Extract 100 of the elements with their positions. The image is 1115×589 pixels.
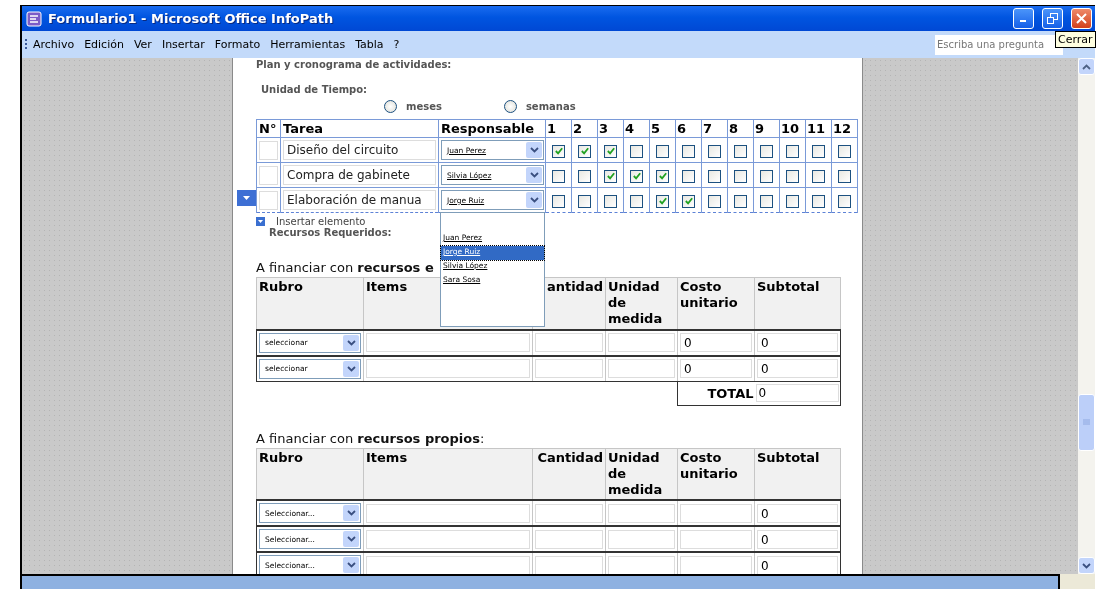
quantity-field[interactable] (535, 359, 603, 378)
checkbox[interactable] (552, 194, 565, 208)
checkbox[interactable] (786, 169, 799, 183)
checkbox[interactable] (630, 144, 643, 158)
column-header: 7 (701, 119, 728, 138)
task-field[interactable]: Elaboración de manua (283, 190, 436, 210)
menu-item[interactable]: Archivo (28, 36, 80, 53)
scrollbar-thumb[interactable] (1078, 394, 1095, 451)
checkbox[interactable] (682, 194, 695, 208)
table-heading: A financiar con recursos e (256, 260, 434, 277)
cost-field[interactable] (680, 503, 752, 523)
unit-field[interactable] (608, 333, 675, 352)
checkbox[interactable] (630, 169, 643, 183)
close-icon (1076, 13, 1087, 24)
checkbox[interactable] (708, 144, 721, 158)
column-header: Items (363, 448, 533, 500)
column-header: Cantidad (532, 448, 606, 500)
cost-field[interactable] (680, 529, 752, 549)
checkbox[interactable] (578, 169, 591, 183)
task-field[interactable]: Compra de gabinete (283, 165, 436, 185)
checkbox[interactable] (812, 169, 825, 183)
radio-button[interactable] (503, 99, 517, 113)
insert-icon[interactable] (256, 217, 265, 226)
grip-icon (25, 39, 28, 50)
checkbox[interactable] (786, 194, 799, 208)
checkbox[interactable] (760, 144, 773, 158)
window-title: Formulario1 - Microsoft Office InfoPath (48, 11, 335, 26)
number-field[interactable] (259, 165, 278, 185)
column-header: 8 (727, 119, 754, 138)
scroll-up-button[interactable] (1078, 58, 1095, 75)
checkbox[interactable] (708, 169, 721, 183)
checkbox[interactable] (630, 194, 643, 208)
checkbox[interactable] (656, 144, 669, 158)
menu-item[interactable]: Tabla (350, 36, 389, 53)
checkbox[interactable] (578, 144, 591, 158)
radio-label: meses (406, 100, 442, 112)
checkbox[interactable] (552, 169, 565, 183)
checkbox[interactable] (682, 144, 695, 158)
total-field[interactable]: 0 (755, 384, 839, 402)
checkbox[interactable] (786, 144, 799, 158)
checkbox[interactable] (552, 144, 565, 158)
cost-field[interactable]: 0 (680, 359, 752, 378)
checkbox[interactable] (604, 194, 617, 208)
quantity-field[interactable] (535, 333, 603, 352)
cost-field[interactable]: 0 (680, 333, 752, 352)
menu-item[interactable]: Formato (209, 36, 266, 53)
quantity-field[interactable] (535, 503, 603, 523)
radio-button[interactable] (384, 99, 397, 113)
subtotal-field[interactable]: 0 (757, 503, 838, 523)
checkbox[interactable] (656, 194, 669, 208)
insert-item-link[interactable]: Insertar elemento (276, 216, 366, 227)
unit-field[interactable] (608, 503, 675, 523)
unit-field[interactable] (608, 529, 675, 549)
tooltip: Cerrar (1055, 31, 1096, 48)
checkbox[interactable] (838, 169, 851, 183)
items-field[interactable] (366, 359, 530, 378)
checkbox[interactable] (604, 169, 617, 183)
menu-item[interactable]: Herramientas (265, 36, 351, 53)
row-menu-icon[interactable] (237, 190, 256, 206)
checkbox[interactable] (734, 169, 747, 183)
number-field[interactable] (259, 190, 278, 210)
items-field[interactable] (366, 529, 530, 549)
checkbox[interactable] (604, 144, 617, 158)
checkbox[interactable] (578, 194, 591, 208)
unit-field[interactable] (608, 359, 675, 378)
column-header: 6 (675, 119, 702, 138)
scroll-down-button[interactable] (1078, 557, 1095, 574)
column-header: 9 (753, 119, 780, 138)
items-field[interactable] (366, 503, 530, 523)
restore-button[interactable] (1042, 8, 1063, 29)
subtotal-field[interactable]: 0 (757, 359, 838, 378)
quantity-field[interactable] (535, 529, 603, 549)
menu-item[interactable]: Insertar (156, 36, 210, 53)
column-header: Responsable (438, 119, 546, 138)
minimize-button[interactable] (1013, 8, 1034, 29)
close-button[interactable] (1071, 8, 1092, 29)
number-field[interactable] (259, 140, 278, 160)
menu-item[interactable]: Edición (79, 36, 129, 53)
column-header: 1 (545, 119, 572, 138)
checkbox[interactable] (838, 144, 851, 158)
checkbox[interactable] (734, 144, 747, 158)
checkbox[interactable] (760, 169, 773, 183)
column-header: Costo unitario (677, 448, 755, 500)
checkbox[interactable] (656, 169, 669, 183)
menu-item[interactable]: ? (388, 36, 405, 53)
checkbox[interactable] (734, 194, 747, 208)
checkbox[interactable] (760, 194, 773, 208)
checkbox[interactable] (812, 194, 825, 208)
task-field[interactable]: Diseño del circuito (283, 140, 436, 160)
subtotal-field[interactable]: 0 (757, 333, 838, 352)
items-field[interactable] (366, 333, 530, 352)
checkbox[interactable] (708, 194, 721, 208)
checkbox[interactable] (682, 169, 695, 183)
menu-item[interactable]: Ver (128, 36, 157, 53)
subtotal-field[interactable]: 0 (757, 529, 838, 549)
app-icon (26, 10, 42, 27)
column-header: Unidad de medida (605, 448, 678, 500)
checkbox[interactable] (838, 194, 851, 208)
chevron-up-icon (1082, 63, 1091, 70)
checkbox[interactable] (812, 144, 825, 158)
